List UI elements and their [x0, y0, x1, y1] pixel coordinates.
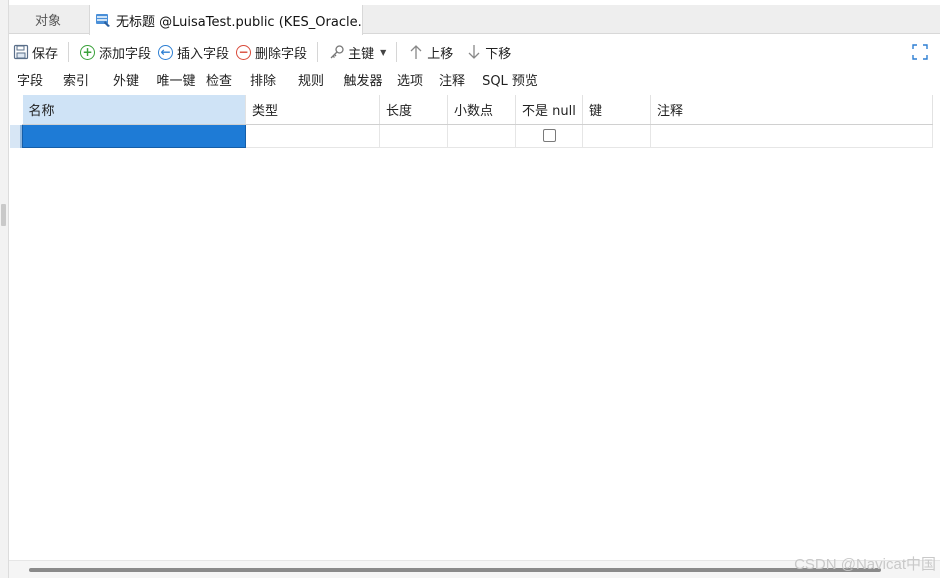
subtab-label: 触发器	[343, 73, 383, 89]
chevron-down-icon: ▼	[380, 47, 387, 57]
add-circle-icon: +	[79, 44, 96, 61]
subtab-label: 索引	[62, 73, 89, 89]
toolbar: 保存 + 添加字段 ← 插入字段 − 删除字段 主键 ▼ 上移 下移	[9, 38, 940, 66]
subtab-label: 唯一键	[156, 73, 196, 89]
key-icon	[328, 44, 345, 61]
save-label: 保存	[32, 46, 59, 62]
not-null-cell	[515, 124, 583, 148]
toolbar-divider	[317, 42, 319, 62]
scrollbar-thumb[interactable]	[29, 568, 881, 572]
add-field-label: 添加字段	[99, 46, 152, 62]
app-window: 对象 无标题 @LuisaTest.public (KES_Oracle...	[0, 0, 940, 578]
subtab-label: 字段	[16, 73, 43, 89]
primary-key-label: 主键	[348, 46, 375, 62]
subtab-unique-keys[interactable]: 唯一键	[151, 68, 201, 90]
primary-key-button[interactable]: 主键 ▼	[325, 40, 389, 64]
grid-header-row: 名称 类型 长度 小数点 不是 null 键 注释	[22, 95, 933, 125]
name-cell-input[interactable]	[22, 123, 246, 148]
tab-untitled-label: 无标题 @LuisaTest.public (KES_Oracle...	[116, 14, 363, 30]
move-down-button[interactable]: 下移	[462, 40, 514, 64]
row-selector[interactable]	[10, 125, 22, 148]
table-design-icon	[95, 12, 111, 28]
subtab-label: 规则	[297, 73, 324, 89]
subtab-rules[interactable]: 规则	[289, 68, 333, 90]
toolbar-divider	[396, 42, 398, 62]
move-up-label: 上移	[427, 46, 454, 62]
fullscreen-icon[interactable]	[912, 44, 928, 60]
subtab-options[interactable]: 选项	[393, 68, 427, 90]
subtab-comment[interactable]: 注释	[427, 68, 477, 90]
column-header-decimals[interactable]: 小数点	[447, 95, 516, 125]
table-row	[22, 123, 933, 148]
design-subtabs: 字段 索引 外键 唯一键 检查 排除 规则 触发器 选项 注释 SQL 预览	[9, 68, 940, 90]
tab-objects[interactable]: 对象	[9, 5, 87, 34]
subtab-sql-preview[interactable]: SQL 预览	[477, 68, 543, 90]
column-header-not-null[interactable]: 不是 null	[515, 95, 583, 125]
delete-field-label: 删除字段	[255, 46, 308, 62]
subtab-foreign-keys[interactable]: 外键	[101, 68, 151, 90]
subtab-label: SQL 预览	[482, 73, 538, 89]
tab-untitled-table[interactable]: 无标题 @LuisaTest.public (KES_Oracle...	[89, 5, 363, 35]
decimals-cell[interactable]	[447, 124, 516, 148]
key-cell[interactable]	[582, 124, 651, 148]
toolbar-divider	[68, 42, 70, 62]
fields-grid: 名称 类型 长度 小数点 不是 null 键 注释	[22, 95, 933, 148]
delete-field-button[interactable]: − 删除字段	[232, 40, 310, 64]
subtab-label: 选项	[396, 73, 423, 89]
subtab-label: 外键	[112, 73, 139, 89]
arrow-down-icon	[465, 44, 482, 61]
subtab-checks[interactable]: 检查	[201, 68, 237, 90]
move-down-label: 下移	[485, 46, 512, 62]
save-button[interactable]: 保存	[9, 40, 61, 64]
tab-objects-label: 对象	[34, 14, 61, 29]
subtab-label: 排除	[249, 73, 276, 89]
save-icon	[12, 44, 29, 61]
left-panel-edge	[0, 0, 9, 578]
subtab-fields[interactable]: 字段	[9, 68, 51, 90]
subtab-excludes[interactable]: 排除	[237, 68, 289, 90]
insert-field-button[interactable]: ← 插入字段	[154, 40, 232, 64]
length-cell[interactable]	[379, 124, 448, 148]
column-header-length[interactable]: 长度	[379, 95, 448, 125]
subtab-indexes[interactable]: 索引	[51, 68, 101, 90]
comment-cell[interactable]	[650, 124, 933, 148]
arrow-up-icon	[407, 44, 424, 61]
column-header-type[interactable]: 类型	[245, 95, 380, 125]
remove-circle-icon: −	[235, 44, 252, 61]
subtab-triggers[interactable]: 触发器	[333, 68, 393, 90]
not-null-checkbox[interactable]	[542, 129, 556, 142]
add-field-button[interactable]: + 添加字段	[76, 40, 154, 64]
move-up-button[interactable]: 上移	[404, 40, 456, 64]
column-header-key[interactable]: 键	[582, 95, 651, 125]
panel-resize-grip[interactable]	[1, 204, 6, 226]
watermark: CSDN @Navicat中国	[794, 556, 936, 573]
tab-bar: 对象 无标题 @LuisaTest.public (KES_Oracle...	[9, 5, 940, 35]
type-cell[interactable]	[245, 124, 380, 148]
insert-arrow-icon: ←	[157, 44, 174, 61]
subtab-label: 注释	[438, 73, 465, 89]
column-header-name[interactable]: 名称	[22, 95, 246, 125]
column-header-comment[interactable]: 注释	[650, 95, 933, 125]
subtab-label: 检查	[205, 73, 232, 89]
insert-field-label: 插入字段	[177, 46, 230, 62]
